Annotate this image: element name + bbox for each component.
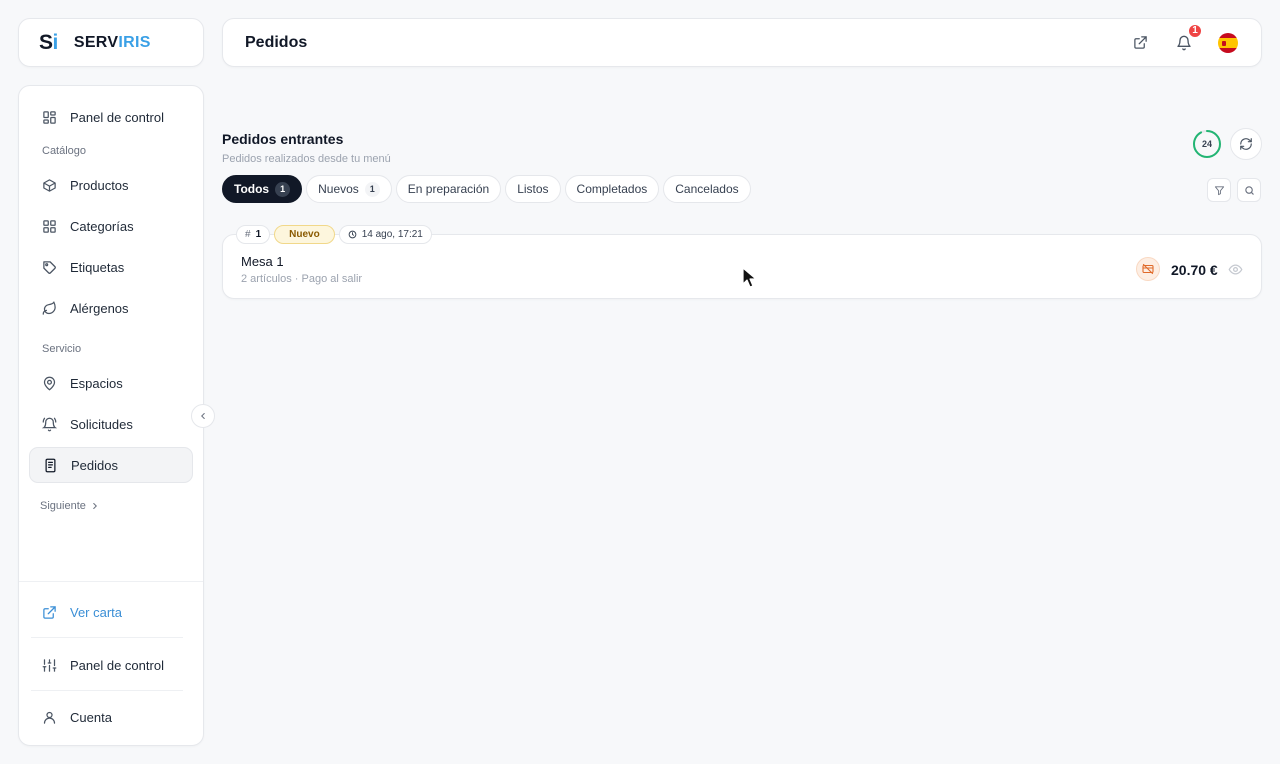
tab-completed[interactable]: Completados (564, 175, 660, 203)
section-title: Pedidos entrantes (222, 131, 344, 147)
sidebar-item-tags[interactable]: Etiquetas (29, 249, 193, 285)
search-icon (1244, 185, 1254, 195)
tab-in-preparation[interactable]: En preparación (395, 175, 502, 203)
sidebar-item-label: Productos (70, 177, 129, 193)
refresh-icon (1240, 138, 1252, 150)
chevron-left-icon (201, 412, 205, 420)
sidebar-item-allergens[interactable]: Alérgenos (29, 290, 193, 326)
eye-icon[interactable] (1228, 262, 1243, 280)
sidebar-item-label: Cuenta (70, 709, 112, 725)
sidebar-item-products[interactable]: Productos (29, 167, 193, 203)
sidebar-item-label: Ver carta (70, 604, 123, 620)
search-button[interactable] (1237, 178, 1261, 202)
order-meta: 2 artículos · Pago al salir (241, 273, 363, 285)
filter-icon (1214, 185, 1224, 195)
section-subtitle: Pedidos realizados desde tu menú (222, 153, 391, 165)
sidebar-view-menu-link[interactable]: Ver carta (29, 594, 193, 630)
order-number-chip: #1 (236, 225, 271, 244)
order-chips: #1 Nuevo 14 ago, 17:21 (236, 225, 432, 244)
mouse-cursor-icon (742, 267, 758, 292)
filter-button[interactable] (1207, 178, 1231, 202)
sidebar-item-spaces[interactable]: Espacios (29, 365, 193, 401)
sidebar: Panel de control Catálogo Productos Cate… (18, 85, 204, 746)
dashboard-icon (41, 109, 57, 125)
logo-text: SERVIRIS (73, 33, 151, 51)
sidebar-account[interactable]: Cuenta (29, 699, 193, 735)
sidebar-item-categories[interactable]: Categorías (29, 208, 193, 244)
sidebar-item-label: Espacios (70, 375, 123, 391)
section-label-service: Servicio (42, 343, 82, 355)
sidebar-item-label: Solicitudes (70, 416, 133, 432)
external-link-icon (41, 604, 57, 620)
sidebar-item-label: Panel de control (70, 109, 164, 125)
map-pin-icon (41, 375, 57, 391)
user-icon (41, 709, 57, 725)
leaf-icon (41, 300, 57, 316)
top-header: Pedidos 1 (222, 18, 1262, 67)
chevron-right-icon (93, 502, 97, 510)
sliders-icon (41, 657, 57, 673)
sidebar-control-panel[interactable]: Panel de control (29, 647, 193, 683)
tab-all[interactable]: Todos 1 (222, 175, 303, 203)
external-link-icon[interactable] (1129, 32, 1151, 54)
grid-icon (41, 218, 57, 234)
tab-new[interactable]: Nuevos 1 (306, 175, 392, 203)
sidebar-item-label: Alérgenos (70, 300, 129, 316)
sidebar-item-label: Pedidos (71, 457, 118, 473)
unpaid-card-icon (1136, 257, 1160, 281)
language-flag-es-icon[interactable] (1217, 32, 1239, 54)
sidebar-item-orders[interactable]: Pedidos (29, 447, 193, 483)
notification-badge: 1 (1187, 22, 1203, 39)
section-label-catalog: Catálogo (42, 145, 87, 157)
tag-icon (41, 259, 57, 275)
order-status-tabs: Todos 1 Nuevos 1 En preparación Listos Com… (222, 175, 751, 203)
receipt-icon (42, 457, 58, 473)
tab-ready[interactable]: Listos (505, 175, 561, 203)
clock-icon (348, 230, 357, 239)
sidebar-item-label: Etiquetas (70, 259, 125, 275)
order-title: Mesa 1 (241, 254, 284, 269)
sidebar-next-link[interactable]: Siguiente (40, 500, 100, 512)
page-title: Pedidos (245, 33, 308, 51)
logo[interactable]: Si SERVIRIS (18, 18, 204, 67)
tab-cancelled[interactable]: Cancelados (663, 175, 751, 203)
auto-refresh-countdown: 24 (1192, 129, 1222, 159)
bell-ring-icon (41, 416, 57, 432)
collapse-sidebar-button[interactable] (191, 404, 215, 428)
sidebar-item-label: Panel de control (70, 657, 164, 673)
notifications-bell-icon[interactable]: 1 (1173, 22, 1203, 54)
order-total: 20.70 € (1171, 262, 1218, 278)
sidebar-item-dashboard[interactable]: Panel de control (29, 99, 193, 135)
logo-mark: Si (39, 30, 58, 54)
tab-count-badge: 1 (364, 181, 380, 197)
status-badge: Nuevo (274, 225, 335, 244)
refresh-button[interactable] (1230, 128, 1262, 160)
order-time-chip: 14 ago, 17:21 (338, 225, 432, 244)
sidebar-item-label: Categorías (70, 218, 134, 234)
sidebar-item-requests[interactable]: Solicitudes (29, 406, 193, 442)
box-icon (41, 177, 57, 193)
tab-count-badge: 1 (275, 181, 291, 197)
